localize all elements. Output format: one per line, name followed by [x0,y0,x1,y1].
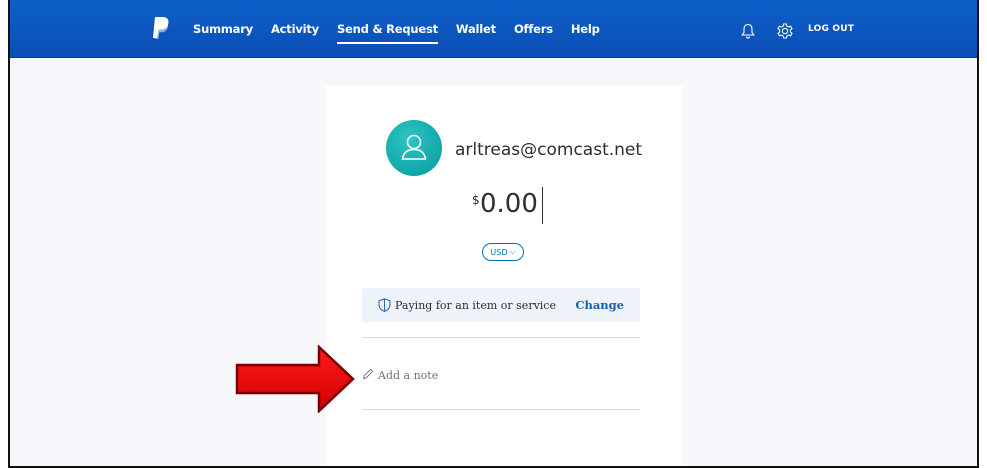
main-nav: Summary Activity Send & Request Wallet O… [193,0,618,58]
paypal-logo-icon[interactable] [152,16,170,40]
shield-icon [378,298,391,312]
add-note-field[interactable]: Add a note [378,369,438,382]
top-navigation-bar: Summary Activity Send & Request Wallet O… [10,0,977,58]
payment-purpose-box: Paying for an item or service Change [362,288,640,322]
currency-code: USD [490,247,508,257]
nav-wallet[interactable]: Wallet [456,0,496,58]
divider-bottom [362,409,640,410]
amount-value[interactable]: 0.00 [480,189,538,219]
divider-top [362,337,640,338]
recipient-avatar [386,120,442,176]
text-caret [542,187,543,224]
red-arrow-icon [235,345,355,413]
chevron-down-icon: ⌵ [509,247,516,256]
change-purpose-link[interactable]: Change [575,298,624,312]
logout-button[interactable]: LOG OUT [808,0,854,58]
currency-symbol: $ [472,193,480,207]
nav-send-request[interactable]: Send & Request [336,0,438,58]
app-frame: Summary Activity Send & Request Wallet O… [8,0,979,468]
currency-selector[interactable]: USD ⌵ [482,243,524,261]
bell-icon[interactable] [741,23,755,39]
gear-icon[interactable] [776,22,794,40]
nav-summary[interactable]: Summary [193,0,253,58]
payment-purpose-label: Paying for an item or service [395,299,556,312]
nav-help[interactable]: Help [571,0,600,58]
user-icon [401,134,427,160]
recipient-email: arltreas@comcast.net [455,140,643,160]
pencil-icon [362,368,374,380]
nav-offers[interactable]: Offers [514,0,553,58]
nav-activity[interactable]: Activity [271,0,319,58]
amount-input[interactable]: $ 0.00 [326,183,682,233]
send-money-card: arltreas@comcast.net $ 0.00 USD ⌵ Paying… [326,85,682,466]
